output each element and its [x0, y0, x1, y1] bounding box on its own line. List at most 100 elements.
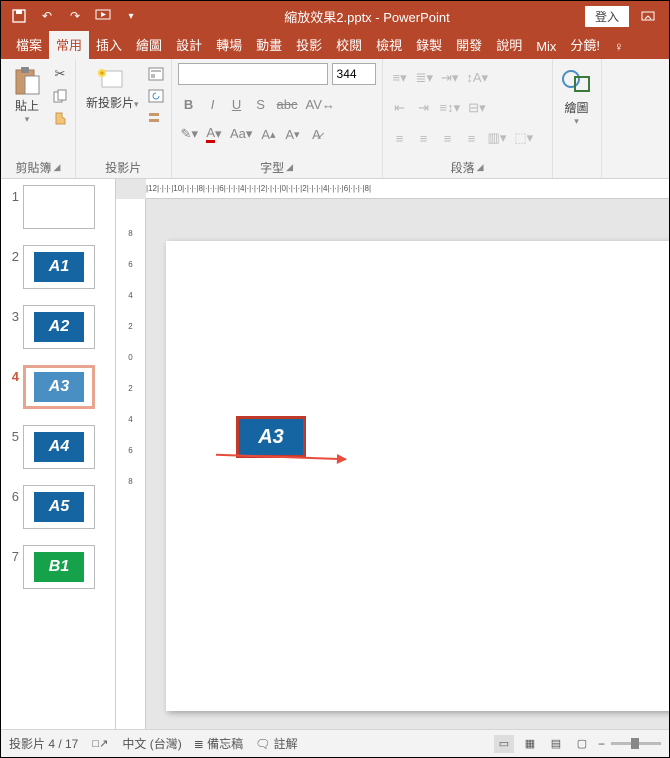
reading-view-icon[interactable]: ▤ — [546, 735, 566, 753]
format-painter-icon[interactable] — [51, 109, 69, 127]
font-size-input[interactable] — [332, 63, 376, 85]
clear-format-button[interactable]: A̷ — [305, 123, 327, 145]
spellcheck-icon[interactable]: □↗ — [90, 735, 110, 753]
qat-customize-icon[interactable]: ▾ — [123, 8, 139, 24]
align-right-button[interactable]: ≡ — [437, 127, 459, 149]
tab-transitions[interactable]: 轉場 — [209, 31, 249, 59]
grow-font-button[interactable]: A▴ — [257, 123, 279, 145]
list-level-button[interactable]: ⇥▾ — [438, 67, 461, 89]
new-slide-button[interactable]: 新投影片▾ — [82, 63, 143, 112]
section-icon[interactable] — [147, 109, 165, 127]
slide-counter[interactable]: 投影片 4 / 17 — [9, 735, 78, 752]
slideshow-view-icon[interactable]: ▢ — [572, 735, 592, 753]
tab-view[interactable]: 檢視 — [369, 31, 409, 59]
bold-button[interactable]: B — [178, 93, 200, 115]
tab-record[interactable]: 錄製 — [409, 31, 449, 59]
tab-home[interactable]: 常用 — [49, 31, 89, 59]
tab-storyboard[interactable]: 分鏡! — [563, 31, 607, 59]
cut-icon[interactable]: ✂ — [51, 65, 69, 83]
align-text-button[interactable]: ⊟▾ — [465, 97, 488, 119]
justify-button[interactable]: ≡ — [461, 127, 483, 149]
notes-button[interactable]: ≣ 備忘稿 — [194, 735, 243, 752]
thumb-preview[interactable]: A4 — [23, 425, 95, 469]
underline-button[interactable]: U — [226, 93, 248, 115]
save-icon[interactable] — [11, 8, 27, 24]
font-family-select[interactable] — [178, 63, 328, 85]
strike-button[interactable]: abc — [274, 93, 301, 115]
align-center-button[interactable]: ≡ — [413, 127, 435, 149]
login-button[interactable]: 登入 — [585, 6, 629, 27]
redo-icon[interactable]: ↷ — [67, 8, 83, 24]
paste-button[interactable]: 貼上 ▾ — [7, 63, 47, 127]
paste-icon — [11, 65, 43, 97]
start-slideshow-icon[interactable] — [95, 8, 111, 24]
align-left-button[interactable]: ≡ — [389, 127, 411, 149]
tab-draw[interactable]: 繪圖 — [129, 31, 169, 59]
group-slides: 新投影片▾ 投影片 — [76, 59, 172, 178]
reset-icon[interactable] — [147, 87, 165, 105]
shadow-button[interactable]: S — [250, 93, 272, 115]
bullets-button[interactable]: ≡▾ — [389, 67, 411, 89]
slide-shape-a3[interactable]: A3 — [236, 416, 306, 458]
italic-button[interactable]: I — [202, 93, 224, 115]
comments-button[interactable]: 🗨 註解 — [255, 735, 298, 752]
thumb-preview[interactable]: A2 — [23, 305, 95, 349]
font-color-button[interactable]: A▾ — [203, 123, 225, 145]
paragraph-launcher-icon[interactable]: ◢ — [477, 162, 484, 173]
tab-developer[interactable]: 開發 — [449, 31, 489, 59]
zoom-slider[interactable] — [611, 742, 661, 745]
clipboard-launcher-icon[interactable]: ◢ — [54, 162, 61, 173]
drawing-shapes-button[interactable]: 繪圖 ▾ — [559, 63, 595, 127]
thumb-preview[interactable]: A5 — [23, 485, 95, 529]
numbering-button[interactable]: ≣▾ — [413, 67, 436, 89]
tab-help[interactable]: 說明 — [489, 31, 529, 59]
horizontal-ruler[interactable]: |12|·|·|·|10|·|·|·|8|·|·|·|6|·|·|·|4|·|·… — [146, 179, 669, 199]
thumb-content: A1 — [34, 252, 84, 282]
thumb-preview[interactable]: A3 — [23, 365, 95, 409]
thumb-item-5[interactable]: 5A4 — [5, 425, 111, 469]
layout-icon[interactable] — [147, 65, 165, 83]
slide-thumbnails-panel[interactable]: 1 2A1 3A2 4A3 5A4 6A5 7B1 — [1, 179, 116, 729]
undo-icon[interactable]: ↶ — [39, 8, 55, 24]
thumb-preview[interactable]: A1 — [23, 245, 95, 289]
tab-mix[interactable]: Mix — [529, 34, 563, 59]
thumb-item-4[interactable]: 4A3 — [5, 365, 111, 409]
change-case-button[interactable]: Aa▾ — [227, 123, 255, 145]
thumb-preview[interactable] — [23, 185, 95, 229]
normal-view-icon[interactable]: ▭ — [494, 735, 514, 753]
char-spacing-button[interactable]: AV↔ — [303, 93, 338, 115]
decrease-indent-button[interactable]: ⇤ — [389, 97, 411, 119]
thumb-item-1[interactable]: 1 — [5, 185, 111, 229]
thumb-preview[interactable]: B1 — [23, 545, 95, 589]
tab-review[interactable]: 校閱 — [329, 31, 369, 59]
copy-icon[interactable] — [51, 87, 69, 105]
smartart-button[interactable]: ⬚▾ — [511, 127, 536, 149]
group-clipboard-label: 剪貼簿 — [16, 159, 52, 176]
thumb-item-6[interactable]: 6A5 — [5, 485, 111, 529]
vertical-ruler[interactable]: 864202468 — [116, 199, 146, 729]
language-status[interactable]: 中文 (台灣) — [122, 735, 181, 752]
tab-animations[interactable]: 動畫 — [249, 31, 289, 59]
tab-design[interactable]: 設計 — [169, 31, 209, 59]
line-spacing-button[interactable]: ≡↕▾ — [437, 97, 464, 119]
increase-indent-button[interactable]: ⇥ — [413, 97, 435, 119]
columns-button[interactable]: ▥▾ — [485, 127, 510, 149]
thumb-item-7[interactable]: 7B1 — [5, 545, 111, 589]
text-direction-button[interactable]: ↕A▾ — [463, 67, 491, 89]
tab-file[interactable]: 檔案 — [9, 31, 49, 59]
thumb-number: 7 — [5, 545, 19, 564]
ribbon-display-icon[interactable] — [633, 6, 663, 26]
thumb-content: A4 — [34, 432, 84, 462]
font-launcher-icon[interactable]: ◢ — [286, 162, 293, 173]
sorter-view-icon[interactable]: ▦ — [520, 735, 540, 753]
tell-me-icon[interactable]: ♀ — [607, 34, 631, 59]
highlight-button[interactable]: ✎▾ — [178, 123, 201, 145]
tab-insert[interactable]: 插入 — [89, 31, 129, 59]
tab-slideshow[interactable]: 投影 — [289, 31, 329, 59]
zoom-out-button[interactable]: − — [598, 737, 605, 751]
thumb-item-2[interactable]: 2A1 — [5, 245, 111, 289]
thumb-item-3[interactable]: 3A2 — [5, 305, 111, 349]
shrink-font-button[interactable]: A▾ — [281, 123, 303, 145]
canvas-background[interactable]: A3 — [146, 199, 669, 729]
active-slide[interactable]: A3 — [166, 241, 669, 711]
